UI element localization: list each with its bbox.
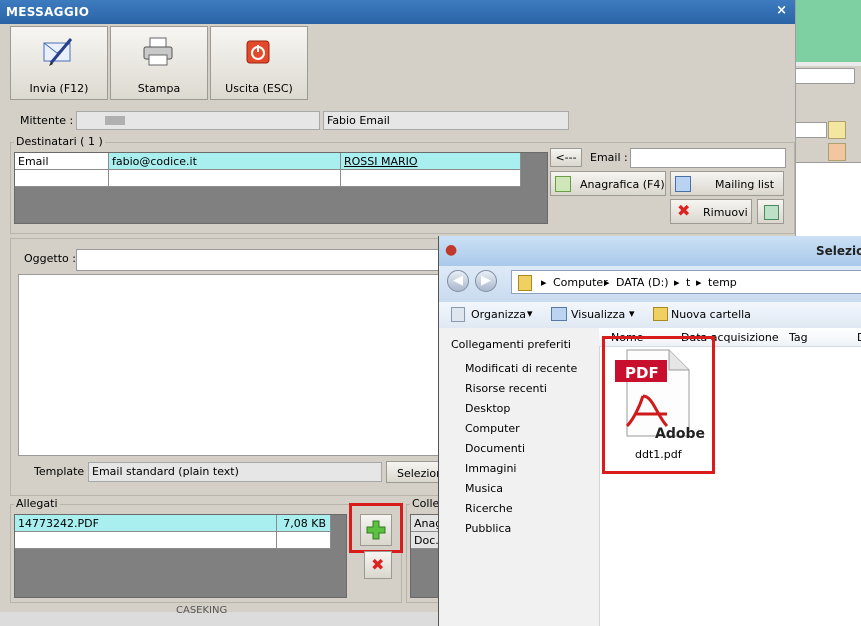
address-book-icon: [555, 176, 571, 192]
background-field: [795, 68, 855, 84]
close-icon[interactable]: ×: [776, 3, 787, 18]
breadcrumb-item[interactable]: t: [686, 276, 690, 289]
recycle-bin-button[interactable]: [757, 199, 784, 224]
breadcrumb-sep: ▸: [541, 276, 547, 289]
new-folder-button[interactable]: Nuova cartella: [671, 308, 751, 321]
breadcrumb-item[interactable]: DATA (D:): [616, 276, 669, 289]
folder-icon: [828, 121, 846, 139]
empty-cell[interactable]: [15, 532, 277, 549]
organize-icon: [451, 307, 465, 322]
footer-text: CASEKING: [176, 605, 228, 616]
breadcrumb[interactable]: ▸ Computer ▸ DATA (D:) ▸ t ▸ temp: [511, 270, 861, 294]
dialog-title-bar: ● Selezio: [439, 236, 861, 266]
breadcrumb-sep: ▸: [674, 276, 680, 289]
empty-cell[interactable]: [277, 532, 331, 549]
printer-icon: [143, 37, 173, 66]
sender-label: Mittente :: [20, 114, 74, 127]
nav-item[interactable]: Modificati di recente: [465, 362, 577, 375]
organize-menu[interactable]: Organizza: [471, 308, 526, 321]
favorites-header: Collegamenti preferiti: [451, 338, 571, 351]
remove-x-icon: ✖: [371, 555, 385, 574]
window-title: MESSAGGIO: [6, 5, 90, 19]
app-strawberry-icon: ●: [445, 242, 458, 258]
dialog-title: Selezio: [816, 244, 861, 258]
template-label: Template :: [34, 465, 92, 478]
file-dialog: ● Selezio ◀ ▶ ▸ Computer ▸ DATA (D:) ▸ t…: [438, 236, 861, 626]
sender-name-field: Fabio Email: [323, 111, 569, 130]
anagrafica-button[interactable]: Anagrafica (F4): [550, 171, 666, 196]
chevron-down-icon[interactable]: ▾: [527, 307, 533, 320]
print-button-label: Stampa: [137, 82, 181, 95]
column-more[interactable]: D: [857, 331, 861, 344]
nav-item[interactable]: Risorse recenti: [465, 382, 547, 395]
mailing-list-button-label: Mailing list: [715, 178, 775, 191]
new-folder-icon: [653, 307, 668, 321]
email-label: Email :: [590, 151, 628, 164]
nav-item[interactable]: Documenti: [465, 442, 525, 455]
subject-label: Oggetto :: [24, 252, 76, 265]
mailing-list-icon: [675, 176, 691, 192]
nav-item[interactable]: Ricerche: [465, 502, 513, 515]
background-app-header: [795, 0, 861, 62]
folder-icon: [518, 275, 532, 291]
view-menu[interactable]: Visualizza: [571, 308, 625, 321]
recipients-table: Email fabio@codice.it ROSSI MARIO: [14, 152, 548, 224]
user-icon: [828, 143, 846, 161]
highlight-box: [349, 503, 403, 553]
anagrafica-button-label: Anagrafica (F4): [580, 178, 665, 191]
redacted-text: [105, 116, 125, 125]
column-tag[interactable]: Tag: [789, 331, 808, 344]
dialog-toolbar: Organizza ▾ Visualizza ▾ Nuova cartella: [439, 302, 861, 329]
attachments-group-label: Allegati: [14, 497, 60, 510]
background-field: [795, 122, 827, 138]
navigation-pane: Collegamenti preferiti Modificati di rec…: [439, 328, 600, 626]
breadcrumb-item[interactable]: temp: [708, 276, 737, 289]
remove-x-icon: ✖: [677, 201, 691, 220]
empty-cell[interactable]: [341, 170, 521, 187]
template-value: Email standard (plain text): [92, 465, 239, 478]
recycle-bin-icon: [764, 205, 779, 220]
forward-nav-button[interactable]: ▶: [475, 270, 497, 292]
mailing-list-button[interactable]: Mailing list: [670, 171, 784, 196]
attachment-size-cell[interactable]: 7,08 KB: [277, 515, 331, 532]
nav-item[interactable]: Pubblica: [465, 522, 511, 535]
sender-account-field: [76, 111, 320, 130]
nav-item[interactable]: Computer: [465, 422, 520, 435]
empty-cell[interactable]: [15, 170, 109, 187]
recipient-email-cell[interactable]: fabio@codice.it: [109, 153, 341, 170]
email-input[interactable]: [630, 148, 786, 168]
attachments-table: 14773242.PDF 7,08 KB: [14, 514, 347, 598]
chevron-down-icon[interactable]: ▾: [629, 307, 635, 320]
recipient-name-cell[interactable]: ROSSI MARIO: [341, 153, 521, 170]
nav-item[interactable]: Musica: [465, 482, 503, 495]
address-bar-area: ◀ ▶ ▸ Computer ▸ DATA (D:) ▸ t ▸ temp: [439, 266, 861, 302]
nav-item[interactable]: Desktop: [465, 402, 510, 415]
template-field: Email standard (plain text): [88, 462, 382, 482]
attachment-name-cell[interactable]: 14773242.PDF: [15, 515, 277, 532]
exit-button[interactable]: Uscita (ESC): [210, 26, 308, 100]
breadcrumb-sep: ▸: [696, 276, 702, 289]
send-button[interactable]: Invia (F12): [10, 26, 108, 100]
nav-item[interactable]: Immagini: [465, 462, 516, 475]
title-bar: MESSAGGIO ×: [0, 0, 795, 24]
back-arrow-button[interactable]: <---: [550, 148, 582, 167]
remove-button-label: Rimuovi: [703, 206, 748, 219]
print-button[interactable]: Stampa: [110, 26, 208, 100]
highlight-box: [602, 336, 715, 474]
recipients-group-label: Destinatari ( 1 ): [14, 135, 105, 148]
view-icon: [551, 307, 567, 321]
exit-power-icon: [246, 40, 270, 64]
back-nav-button[interactable]: ◀: [447, 270, 469, 292]
exit-button-label: Uscita (ESC): [225, 82, 293, 95]
sender-name: Fabio Email: [327, 114, 390, 127]
send-pen-icon: [43, 38, 73, 66]
empty-cell[interactable]: [109, 170, 341, 187]
breadcrumb-sep: ▸: [604, 276, 610, 289]
send-button-label: Invia (F12): [29, 82, 89, 95]
remove-button[interactable]: ✖ Rimuovi: [670, 199, 752, 224]
breadcrumb-item[interactable]: Computer: [553, 276, 608, 289]
recipient-type-cell[interactable]: Email: [15, 153, 109, 170]
remove-attachment-button[interactable]: ✖: [364, 551, 392, 579]
